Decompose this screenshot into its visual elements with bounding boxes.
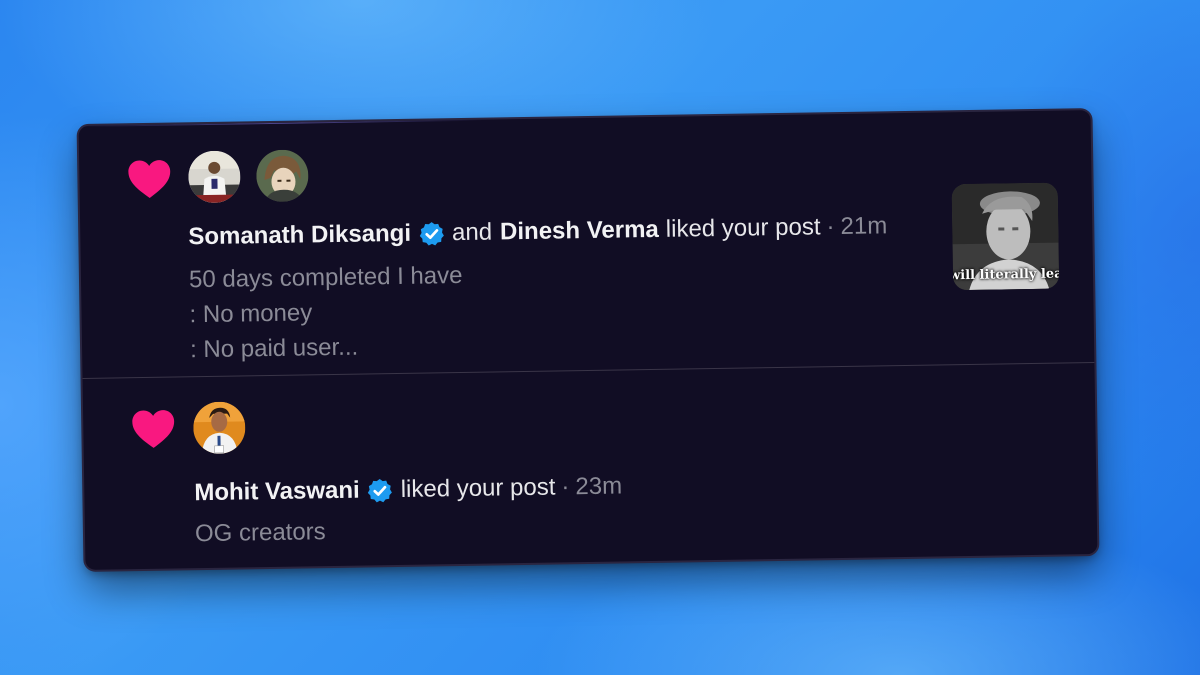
heart-icon xyxy=(127,159,172,200)
timestamp[interactable]: 21m xyxy=(840,212,887,241)
preview-line: : No money xyxy=(189,299,313,329)
avatar[interactable] xyxy=(255,149,309,203)
verified-badge-icon xyxy=(366,477,393,504)
preview-line: : No paid user... xyxy=(189,333,359,364)
post-thumbnail[interactable]: will literally leav xyxy=(951,182,1060,291)
separator: · xyxy=(826,213,835,241)
user-name[interactable]: Somanath Diksangi xyxy=(188,220,411,251)
notification-item[interactable]: Mohit Vaswani liked your post · 23m OG c… xyxy=(83,363,1098,570)
notification-item[interactable]: Somanath Diksangi and Dinesh Verma liked… xyxy=(79,110,1095,378)
user-name[interactable]: Mohit Vaswani xyxy=(194,477,360,508)
connector-text: and xyxy=(451,218,493,247)
notification-headline: Mohit Vaswani liked your post · 23m xyxy=(194,468,622,511)
user-name[interactable]: Dinesh Verma xyxy=(500,216,659,246)
thumbnail-caption: will literally leav xyxy=(951,266,1060,284)
notifications-card: Somanath Diksangi and Dinesh Verma liked… xyxy=(78,110,1098,570)
preview-line: 50 days completed I have xyxy=(188,261,463,294)
avatar[interactable] xyxy=(192,401,246,455)
preview-line: OG creators xyxy=(194,518,326,548)
action-text: liked your post xyxy=(400,473,556,503)
post-preview[interactable]: 50 days completed I have : No money : No… xyxy=(189,258,464,367)
action-text: liked your post xyxy=(665,213,821,243)
heart-icon xyxy=(131,408,176,449)
notification-headline: Somanath Diksangi and Dinesh Verma liked… xyxy=(188,208,887,255)
avatar[interactable] xyxy=(187,150,241,204)
post-preview[interactable]: OG creators xyxy=(195,514,326,551)
timestamp[interactable]: 23m xyxy=(575,472,622,501)
separator: · xyxy=(561,473,570,501)
verified-badge-icon xyxy=(418,220,445,247)
